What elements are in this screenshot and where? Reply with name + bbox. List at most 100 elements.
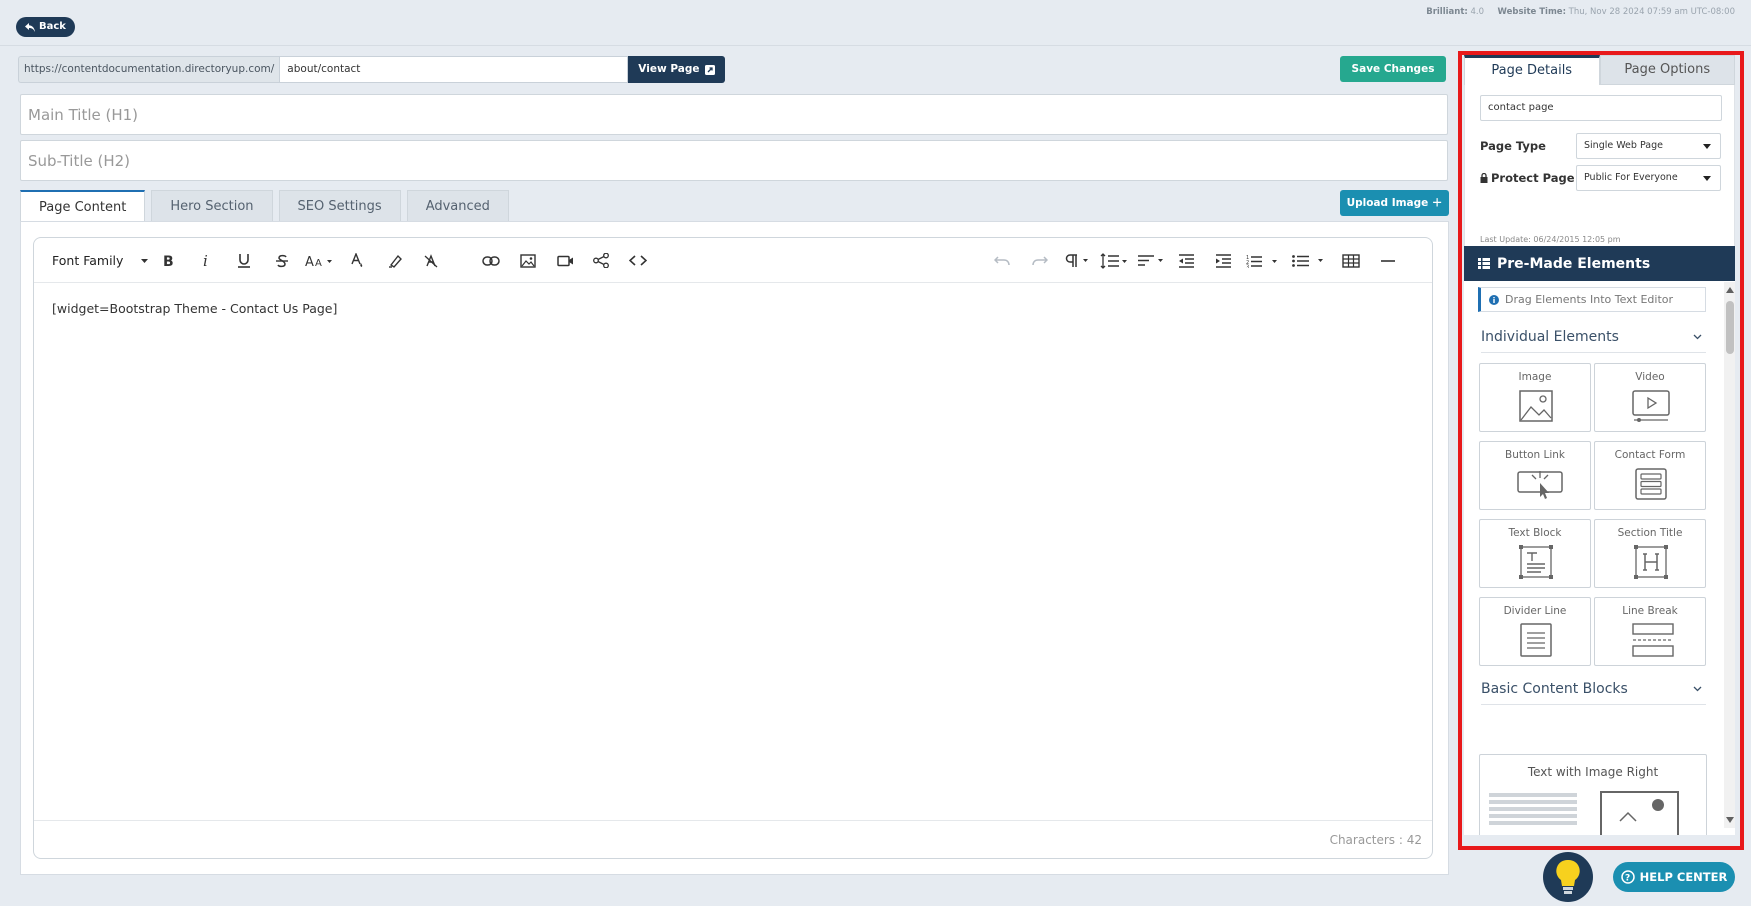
url-prefix: https://contentdocumentation.directoryup… [18,56,280,83]
element-contact-form[interactable]: Contact Form [1594,441,1706,510]
element-label: Image [1518,371,1552,383]
svg-text:?: ? [1625,874,1630,884]
premade-title: Pre-Made Elements [1497,255,1651,272]
indent-icon[interactable] [1208,238,1238,283]
clear-formatting-icon[interactable] [416,238,446,283]
page-type-label: Page Type [1480,139,1546,153]
insert-image-icon[interactable] [513,238,543,283]
premade-elements-list: Drag Elements Into Text Editor Individua… [1464,281,1735,835]
main-title-input[interactable]: Main Title (H1) [20,94,1448,135]
page-name-input[interactable]: contact page [1480,95,1722,121]
code-view-icon[interactable] [623,238,653,283]
bold-icon[interactable]: B [154,238,184,283]
line-height-icon[interactable] [1097,238,1131,283]
help-center-button[interactable]: ? HELP CENTER [1613,862,1735,892]
element-label: Section Title [1617,527,1683,539]
link-icon[interactable] [476,238,506,283]
tab-page-content[interactable]: Page Content [20,190,146,222]
upload-image-label: Upload Image [1346,197,1429,209]
tab-advanced[interactable]: Advanced [406,190,509,222]
main-title-placeholder: Main Title (H1) [28,105,139,124]
website-time-value: Thu, Nov 28 2024 07:59 am UTC-08:00 [1568,7,1735,17]
table-icon[interactable] [1336,238,1366,283]
element-image[interactable]: Image [1479,363,1591,432]
chevron-down-icon [1693,686,1702,692]
sidebar-scrollbar[interactable] [1724,282,1735,828]
caret-down-icon [1703,144,1711,149]
outdent-icon[interactable] [1171,238,1201,283]
text-color-icon[interactable] [342,238,372,283]
view-page-button[interactable]: View Page [628,56,726,83]
strikethrough-icon[interactable] [267,238,297,283]
block-text-with-image-right[interactable]: Text with Image Right [1479,754,1707,835]
element-video[interactable]: Video [1594,363,1706,432]
scroll-up-arrow-icon[interactable] [1726,287,1734,293]
font-size-icon[interactable]: AA [302,238,336,283]
individual-elements-header[interactable]: Individual Elements [1481,321,1706,353]
redo-icon[interactable] [1025,238,1055,283]
element-section-title[interactable]: Section Title [1594,519,1706,588]
element-line-break[interactable]: Line Break [1594,597,1706,666]
text-lines-icon [1489,793,1581,833]
character-count: Characters : 42 [1329,833,1422,847]
sub-title-input[interactable]: Sub-Title (H2) [20,140,1448,181]
back-button[interactable]: Back [16,17,75,37]
element-divider-line[interactable]: Divider Line [1479,597,1591,666]
scrollbar-thumb[interactable] [1726,301,1734,354]
tab-seo-settings[interactable]: SEO Settings [278,190,401,222]
scroll-down-arrow-icon[interactable] [1726,817,1734,823]
element-label: Video [1635,371,1665,383]
italic-icon[interactable]: i [192,238,222,283]
insert-video-icon[interactable] [550,238,580,283]
protect-page-value: Public For Everyone [1584,172,1678,183]
protect-page-label: Protect Page [1491,171,1575,185]
line-break-icon [1632,623,1674,657]
ordered-list-icon[interactable]: 123 [1243,238,1283,283]
save-changes-button[interactable]: Save Changes [1340,56,1446,82]
protect-page-select[interactable]: Public For Everyone [1576,165,1721,191]
element-text-block[interactable]: Text Block [1479,519,1591,588]
last-update: Last Update: 06/24/2015 12:05 pm [1480,235,1621,244]
page-details-panel: contact page Page Type Single Web Page P… [1464,85,1735,261]
element-button-link[interactable]: Button Link [1479,441,1591,510]
grid-icon [1478,258,1490,269]
back-label: Back [39,21,66,32]
individual-elements-title: Individual Elements [1481,328,1619,345]
share-icon[interactable] [586,238,616,283]
url-row: https://contentdocumentation.directoryup… [18,56,726,83]
brilliant-value: 4.0 [1470,7,1485,17]
undo-icon[interactable] [987,238,1017,283]
align-icon[interactable] [1134,238,1168,283]
section-title-icon [1632,545,1670,579]
editor-content[interactable]: [widget=Bootstrap Theme - Contact Us Pag… [52,301,337,316]
paragraph-format-icon[interactable] [1060,238,1094,283]
upload-image-button[interactable]: Upload Image ＋ [1340,190,1449,216]
horizontal-line-icon[interactable] [1373,238,1403,283]
font-family-label: Font Family [52,253,124,268]
basic-content-blocks-title: Basic Content Blocks [1481,680,1628,697]
page-type-select[interactable]: Single Web Page [1576,133,1721,159]
site-info: Brilliant: 4.0 Website Time: Thu, Nov 28… [1426,7,1735,17]
element-label: Button Link [1504,449,1565,461]
lock-icon [1480,173,1488,183]
lightbulb-icon [1555,858,1581,896]
sub-title-placeholder: Sub-Title (H2) [28,151,131,170]
content-tabs: Page Content Hero Section SEO Settings A… [20,190,509,222]
svg-text:i: i [203,254,208,267]
url-slug-input[interactable]: about/contact [279,56,629,83]
help-center-label: HELP CENTER [1639,870,1728,884]
lightbulb-button[interactable] [1543,852,1593,902]
highlight-icon[interactable] [380,238,410,283]
underline-icon[interactable] [229,238,259,283]
font-family-dropdown[interactable]: Font Family [52,238,149,283]
tab-hero-section[interactable]: Hero Section [151,190,273,222]
basic-content-blocks-header[interactable]: Basic Content Blocks [1481,673,1706,705]
tab-page-options[interactable]: Page Options [1599,55,1735,85]
text-block-icon [1517,545,1555,579]
unordered-list-icon[interactable] [1289,238,1329,283]
button-link-icon [1517,467,1563,501]
editor-toolbar: Font Family B i AA 123 [34,238,1432,283]
element-label: Text Block [1508,527,1562,539]
tab-page-details[interactable]: Page Details [1464,55,1600,85]
page-type-value: Single Web Page [1584,140,1663,151]
